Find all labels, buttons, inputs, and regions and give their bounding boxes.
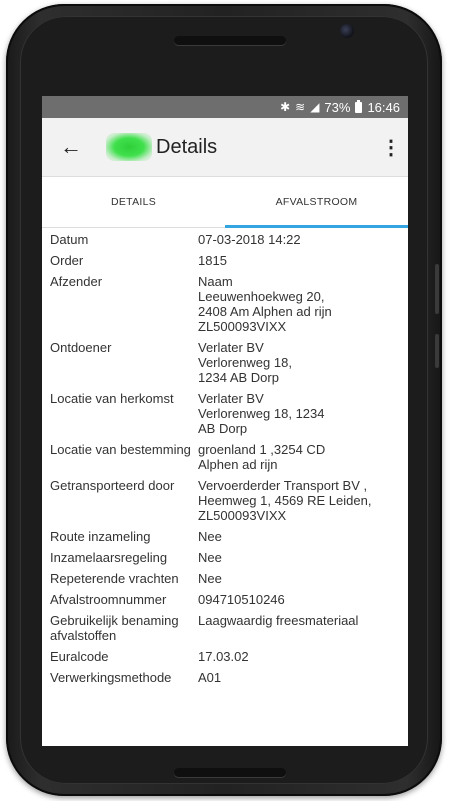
clock: 16:46 [367,99,400,115]
detail-label: Afvalstroomnummer [50,592,167,607]
detail-row: Route inzameling Nee [50,529,400,544]
detail-value-line: Nee [198,529,222,544]
more-vert-icon[interactable]: ⋮ [374,135,408,160]
detail-value: Nee [198,550,400,565]
detail-row: Locatie van bestemming groenland 1 ,3254 … [50,442,400,472]
detail-value: Verlater BV Verlorenweg 18, 1234 AB Dorp [198,391,400,436]
detail-label: Inzamelaarsregeling [50,550,168,565]
detail-row: Locatie van herkomst Verlater BV Verlorenw… [50,391,400,436]
detail-label: Locatie van herkomst [50,391,174,406]
detail-value-line: 1815 [198,253,227,268]
detail-row: Ontdoener Verlater BV Verlorenweg 18, 1234 … [50,340,400,385]
detail-label: Datum [50,232,89,247]
detail-row: Order 1815 [50,253,400,268]
top-speaker [174,36,286,45]
detail-value-line: groenland 1 ,3254 CD [198,442,326,457]
detail-value-line: 07-03-2018 14:22 [198,232,301,247]
volume-button[interactable] [435,264,439,314]
detail-value-line: 094710510246 [198,592,285,607]
detail-value-line: Nee [198,550,222,565]
detail-value-line: A01 [198,670,222,685]
battery-percent: 73% [324,99,351,115]
detail-value-line: Verlorenweg 18, [198,355,292,370]
detail-value-line: Vervoerderder Transport BV , [198,478,368,493]
power-button[interactable] [435,334,439,368]
detail-label: Getransporteerd door [50,478,175,493]
detail-label: Order [50,253,84,268]
detail-value-line: Heemweg 1, 4569 RE Leiden, [198,493,372,508]
detail-value: Nee [198,571,400,586]
bluetooth-icon: ✱ [280,100,291,114]
detail-row: Inzamelaarsregeling Nee [50,550,400,565]
page-title: Details [156,135,218,158]
detail-row: Repeterende vrachten Nee [50,571,400,586]
detail-label: Repeterende vrachten [50,571,179,586]
screen: ✱ ≋ ◢ 73% 16:46 ← Details ⋮ DETAILS AFVA… [42,96,408,746]
detail-value: 1815 [198,253,400,268]
wifi-icon: ≋ [295,100,306,114]
detail-value-line: 1234 AB Dorp [198,370,279,385]
status-bar: ✱ ≋ ◢ 73% 16:46 [42,96,408,118]
bottom-speaker [174,768,286,777]
tab-details[interactable]: DETAILS [42,177,225,227]
detail-value-line: Laagwaardig freesmateriaal [198,613,359,628]
detail-value-line: 2408 Am Alphen ad rijn [198,304,332,319]
front-camera [340,24,354,38]
detail-label: Verwerkingsmethode [50,670,172,685]
detail-value-line: 17.03.02 [198,649,249,664]
detail-value: Naam Leeuwenhoekweg 20, 2408 Am Alphen ad … [198,274,400,334]
detail-value: Vervoerderder Transport BV , Heemweg 1, 4… [198,478,400,523]
detail-value: 094710510246 [198,592,400,607]
app-logo [106,133,152,161]
detail-label: Gebruikelijk benaming afvalstoffen [50,613,179,643]
detail-value-line: ZL500093VIXX [198,508,287,523]
app-toolbar: ← Details ⋮ [42,118,408,177]
detail-row: Afvalstroomnummer 094710510246 [50,592,400,607]
tab-afvalstroom[interactable]: AFVALSTROOM [225,177,408,228]
detail-value-line: Leeuwenhoekweg 20, [198,289,325,304]
detail-label: Locatie van bestemming [50,442,191,457]
detail-value: A01 [198,670,400,685]
arrow-left-icon[interactable]: ← [42,134,100,160]
detail-row: Verwerkingsmethode A01 [50,670,400,685]
details-list: Datum 07-03-2018 14:22 Order 1815 Afzender Na… [42,228,408,685]
detail-label: Route inzameling [50,529,151,544]
detail-label: Euralcode [50,649,109,664]
detail-row: Gebruikelijk benaming afvalstoffen Laagwa… [50,613,400,643]
detail-value: Nee [198,529,400,544]
detail-value-line: Verlater BV [198,340,264,355]
detail-row: Afzender Naam Leeuwenhoekweg 20, 2408 Am Al… [50,274,400,334]
detail-value-line: Verlorenweg 18, 1234 [198,406,325,421]
detail-value-line: Alphen ad rijn [198,457,278,472]
detail-value: groenland 1 ,3254 CD Alphen ad rijn [198,442,400,472]
detail-value: Verlater BV Verlorenweg 18, 1234 AB Dorp [198,340,400,385]
battery-icon [355,99,363,113]
detail-value: 07-03-2018 14:22 [198,232,400,247]
detail-value-line: Nee [198,571,222,586]
detail-label: Afzender [50,274,103,289]
detail-value-line: ZL500093VIXX [198,319,287,334]
detail-row: Datum 07-03-2018 14:22 [50,232,400,247]
detail-value: 17.03.02 [198,649,400,664]
detail-value-line: AB Dorp [198,421,248,436]
detail-value: Laagwaardig freesmateriaal [198,613,400,643]
detail-value-line: Verlater BV [198,391,264,406]
signal-icon: ◢ [310,100,320,114]
detail-row: Euralcode 17.03.02 [50,649,400,664]
tab-bar: DETAILS AFVALSTROOM [42,177,408,228]
detail-value-line: Naam [198,274,233,289]
detail-label: Ontdoener [50,340,112,355]
detail-row: Getransporteerd door Vervoerderder Transp… [50,478,400,523]
